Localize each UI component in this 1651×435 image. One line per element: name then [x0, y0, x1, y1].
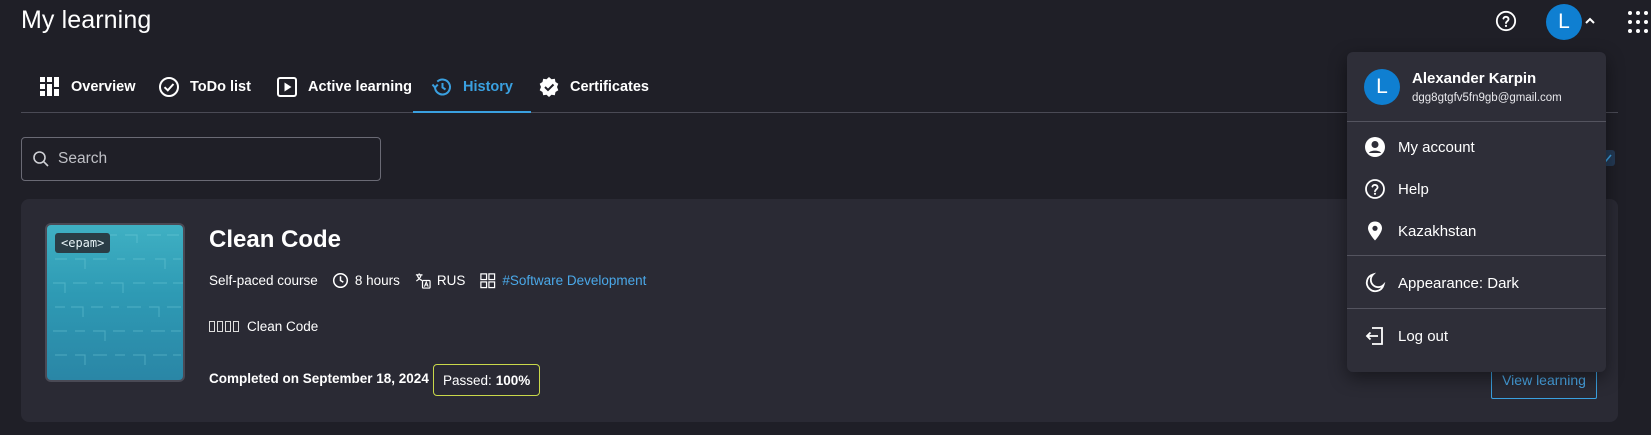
menu-avatar: L	[1364, 69, 1400, 105]
course-title[interactable]: Clean Code	[209, 226, 341, 254]
page-title: My learning	[21, 6, 152, 34]
certificate-badge-icon	[539, 77, 559, 97]
language-label: RUS	[436, 273, 466, 288]
menu-divider	[1347, 255, 1606, 256]
check-circle-icon	[159, 77, 179, 97]
help-circle-icon	[1365, 179, 1385, 199]
page: My learning L Overview ToDo list Active …	[0, 0, 1651, 435]
localized-title: Clean Code	[209, 319, 318, 334]
passed-value: 100%	[495, 372, 531, 388]
translate-icon	[415, 273, 431, 289]
tab-overview[interactable]: Overview	[21, 62, 154, 112]
menu-item-appearance[interactable]: Appearance: Dark	[1347, 263, 1606, 303]
course-type-label: Self-paced course	[209, 273, 318, 288]
search-icon	[33, 151, 49, 167]
menu-item-label: Help	[1398, 180, 1429, 198]
category-grid-icon	[480, 273, 496, 289]
logout-icon	[1365, 327, 1383, 345]
menu-item-label: Log out	[1398, 327, 1449, 345]
course-thumbnail[interactable]: <epam>	[45, 223, 185, 382]
course-language: RUS	[414, 272, 466, 289]
search-box[interactable]	[21, 137, 381, 181]
user-email: dgg8gtgfv5fn9gb@gmail.com	[1412, 92, 1562, 104]
search-input[interactable]	[58, 150, 358, 168]
grid-icon	[40, 77, 59, 96]
menu-user-info: L Alexander Karpin dgg8gtgfv5fn9gb@gmail…	[1347, 52, 1606, 122]
tab-label: Active learning	[308, 79, 412, 95]
epam-logo: <epam>	[55, 233, 111, 253]
menu-item-label: My account	[1398, 138, 1475, 156]
apps-grid-icon[interactable]	[1626, 9, 1650, 35]
course-type: Self-paced course	[209, 273, 318, 288]
menu-divider	[1347, 308, 1606, 309]
menu-item-logout[interactable]: Log out	[1347, 316, 1606, 356]
menu-item-help[interactable]: Help	[1347, 169, 1606, 209]
clock-icon	[332, 272, 348, 289]
course-tag[interactable]: #Software Development	[479, 272, 646, 289]
tab-label: Overview	[71, 79, 136, 95]
passed-badge: Passed: 100%	[433, 364, 541, 396]
help-icon[interactable]	[1495, 10, 1517, 32]
completion-date: Completed on September 18, 2024	[209, 371, 429, 386]
tab-label: Certificates	[570, 79, 649, 95]
menu-item-label: Appearance: Dark	[1398, 274, 1519, 292]
account-circle-icon	[1365, 137, 1385, 157]
course-duration: 8 hours	[332, 272, 400, 289]
tab-todo-list[interactable]: ToDo list	[140, 62, 269, 112]
avatar-initial: L	[1558, 10, 1570, 33]
avatar[interactable]: L	[1546, 4, 1582, 40]
play-box-icon	[277, 77, 297, 97]
tab-label: History	[463, 79, 513, 95]
localized-title-text: Clean Code	[247, 319, 319, 334]
course-meta: Self-paced course 8 hours RUS #Software …	[209, 272, 660, 289]
tab-history[interactable]: History	[413, 62, 531, 113]
user-name: Alexander Karpin	[1412, 70, 1537, 87]
menu-item-my-account[interactable]: My account	[1347, 127, 1606, 167]
menu-item-label: Kazakhstan	[1398, 222, 1477, 240]
tab-active-learning[interactable]: Active learning	[258, 62, 430, 112]
user-menu: L Alexander Karpin dgg8gtgfv5fn9gb@gmail…	[1347, 52, 1606, 372]
menu-item-location[interactable]: Kazakhstan	[1347, 211, 1606, 251]
tab-certificates[interactable]: Certificates	[520, 62, 667, 112]
menu-avatar-initial: L	[1376, 75, 1388, 98]
duration-label: 8 hours	[354, 273, 400, 288]
missing-glyph-icon	[209, 321, 239, 332]
history-icon	[431, 78, 451, 96]
chevron-up-icon[interactable]	[1584, 14, 1596, 26]
location-pin-icon	[1368, 221, 1382, 241]
tab-label: ToDo list	[190, 79, 251, 95]
menu-divider	[1347, 121, 1606, 122]
moon-icon	[1365, 272, 1386, 293]
passed-label: Passed:	[443, 372, 492, 388]
tag-link[interactable]: #Software Development	[502, 273, 646, 288]
